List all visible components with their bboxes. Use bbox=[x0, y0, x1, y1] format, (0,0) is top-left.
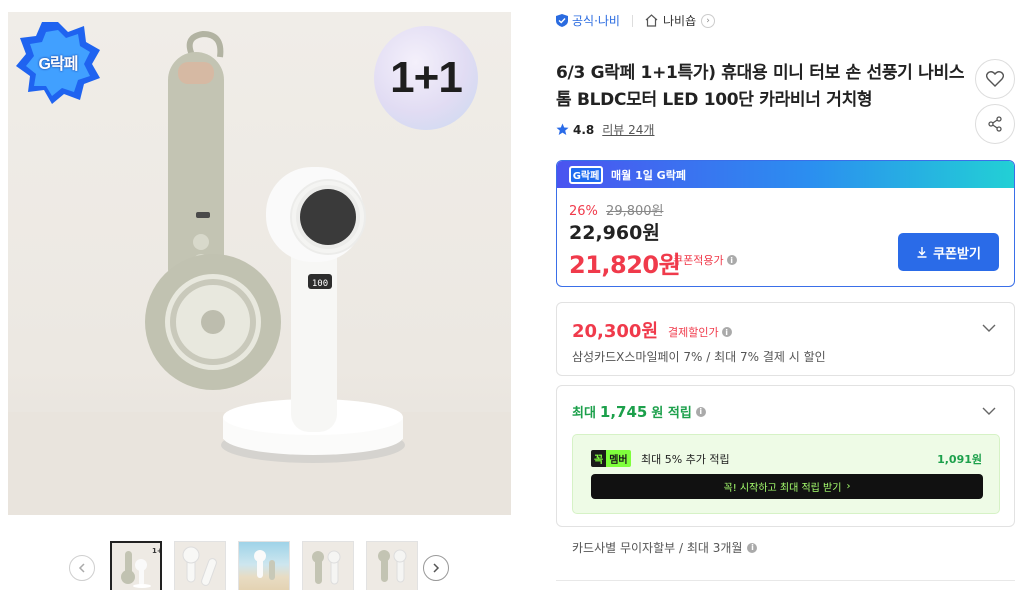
official-label: 공식·나비 bbox=[572, 14, 620, 28]
store-link[interactable]: 나비숍 › bbox=[645, 12, 716, 29]
info-icon[interactable]: i bbox=[726, 255, 737, 265]
thumbnail-next-button[interactable] bbox=[423, 555, 449, 581]
thumbnail-image bbox=[378, 549, 407, 583]
share-button[interactable] bbox=[975, 104, 1015, 144]
points-suffix: 원 적립 bbox=[651, 406, 692, 421]
home-icon bbox=[645, 14, 658, 27]
membership-points: 1,091원 bbox=[937, 453, 982, 466]
points-amount: 1,745 bbox=[599, 402, 648, 421]
get-coupon-label: 쿠폰받기 bbox=[933, 246, 981, 262]
display-digits: 100 bbox=[312, 279, 328, 289]
points-panel: 최대 1,745 원 적립 i 꼭 멤버 최대 5% 추가 적립 1,091원 … bbox=[556, 385, 1015, 527]
membership-text: 최대 5% 추가 적립 bbox=[641, 453, 730, 466]
get-coupon-button[interactable]: 쿠폰받기 bbox=[898, 233, 999, 271]
chevron-right-icon: › bbox=[846, 481, 851, 492]
rating-score: 4.8 bbox=[573, 122, 595, 137]
info-icon[interactable]: i bbox=[695, 406, 706, 417]
discount-row: 26% 29,800원 bbox=[569, 200, 664, 219]
verified-shield-icon bbox=[556, 14, 568, 27]
wishlist-button[interactable] bbox=[975, 59, 1015, 99]
installment-info: 카드사별 무이자할부 / 최대 3개월 i bbox=[572, 539, 758, 556]
thumbnail-3[interactable] bbox=[238, 541, 290, 590]
original-price: 29,800원 bbox=[606, 204, 664, 219]
thumbnail-5[interactable] bbox=[366, 541, 418, 590]
installment-text: 카드사별 무이자할부 / 최대 3개월 bbox=[572, 541, 743, 555]
coupon-price-label: 쿠폰적용가 i bbox=[673, 252, 737, 268]
thumbnail-2[interactable] bbox=[174, 541, 226, 590]
official-store-link[interactable]: 공식·나비 bbox=[556, 12, 620, 29]
divider bbox=[631, 14, 633, 27]
product-main-image: 100 G락페 1+1 bbox=[8, 12, 511, 515]
promo-banner: G락페 매월 1일 G락페 bbox=[557, 161, 1014, 188]
g-festival-badge: G락페 bbox=[16, 20, 100, 104]
thumbnail-image bbox=[312, 550, 341, 585]
membership-box: 꼭 멤버 최대 5% 추가 적립 1,091원 꼭! 시작하고 최대 적립 받기… bbox=[572, 434, 1000, 514]
promo-banner-text: 매월 1일 G락페 bbox=[611, 168, 686, 182]
card-discount-panel[interactable]: 20,300원 결제할인가 i 삼성카드X스마일페이 7% / 최대 7% 결제… bbox=[556, 302, 1015, 376]
review-count-link[interactable]: 리뷰 24개 bbox=[602, 121, 654, 138]
svg-text:1+1: 1+1 bbox=[152, 547, 162, 555]
star-icon bbox=[556, 123, 569, 135]
coupon-price: 21,820원 bbox=[569, 251, 681, 279]
g-festival-small-logo: G락페 bbox=[569, 165, 603, 184]
membership-logo-left: 꼭 bbox=[591, 449, 607, 467]
thumbnail-image: 1+1 bbox=[121, 547, 162, 588]
membership-cta-label: 꼭! 시작하고 최대 적립 받기 bbox=[723, 483, 842, 494]
card-discount-label: 결제할인가 i bbox=[668, 324, 732, 340]
thumbnail-strip: 1+1 bbox=[110, 541, 418, 590]
points-prefix: 최대 bbox=[572, 406, 596, 421]
g-festival-badge-text: G락페 bbox=[38, 56, 79, 73]
chevron-right-icon: › bbox=[701, 13, 716, 28]
card-discount-label-text: 결제할인가 bbox=[668, 326, 719, 339]
bundle-badge: 1+1 bbox=[374, 26, 478, 130]
thumbnail-prev-button[interactable] bbox=[69, 555, 95, 581]
store-name: 나비숍 bbox=[662, 14, 697, 28]
thumbnail-1[interactable]: 1+1 bbox=[110, 541, 162, 590]
membership-logo: 꼭 멤버 bbox=[591, 449, 631, 467]
chevron-left-icon bbox=[78, 563, 85, 573]
chevron-down-icon[interactable] bbox=[982, 404, 996, 418]
coupon-label-text: 쿠폰적용가 bbox=[673, 254, 724, 267]
divider bbox=[556, 580, 1015, 581]
sale-price: 22,960원 bbox=[569, 222, 660, 244]
info-icon[interactable]: i bbox=[721, 327, 732, 337]
points-title: 최대 1,745 원 적립 i bbox=[572, 402, 706, 421]
thumbnail-image bbox=[182, 546, 217, 586]
brand-row: 공식·나비 나비숍 › bbox=[556, 12, 716, 29]
membership-logo-right: 멤버 bbox=[606, 449, 631, 467]
share-icon bbox=[988, 116, 1002, 132]
chevron-right-icon bbox=[433, 563, 440, 573]
price-box: G락페 매월 1일 G락페 26% 29,800원 22,960원 21,820… bbox=[556, 160, 1015, 287]
thumbnail-image bbox=[254, 550, 275, 580]
product-title: 6/3 G락페 1+1특가) 휴대용 미니 터보 손 선풍기 나비스톰 BLDC… bbox=[556, 63, 965, 110]
heart-icon bbox=[986, 71, 1004, 87]
thumbnail-4[interactable] bbox=[302, 541, 354, 590]
card-discount-price: 20,300원 bbox=[572, 321, 659, 342]
info-icon[interactable]: i bbox=[747, 542, 758, 553]
membership-cta-button[interactable]: 꼭! 시작하고 최대 적립 받기 › bbox=[591, 474, 983, 499]
download-icon bbox=[917, 247, 927, 258]
card-discount-description: 삼성카드X스마일페이 7% / 최대 7% 결제 시 할인 bbox=[572, 350, 826, 364]
discount-percent: 26% bbox=[569, 204, 598, 219]
chevron-down-icon[interactable] bbox=[982, 321, 996, 335]
bundle-badge-text: 1+1 bbox=[390, 53, 463, 102]
rating-row: 4.8 리뷰 24개 bbox=[556, 121, 654, 138]
